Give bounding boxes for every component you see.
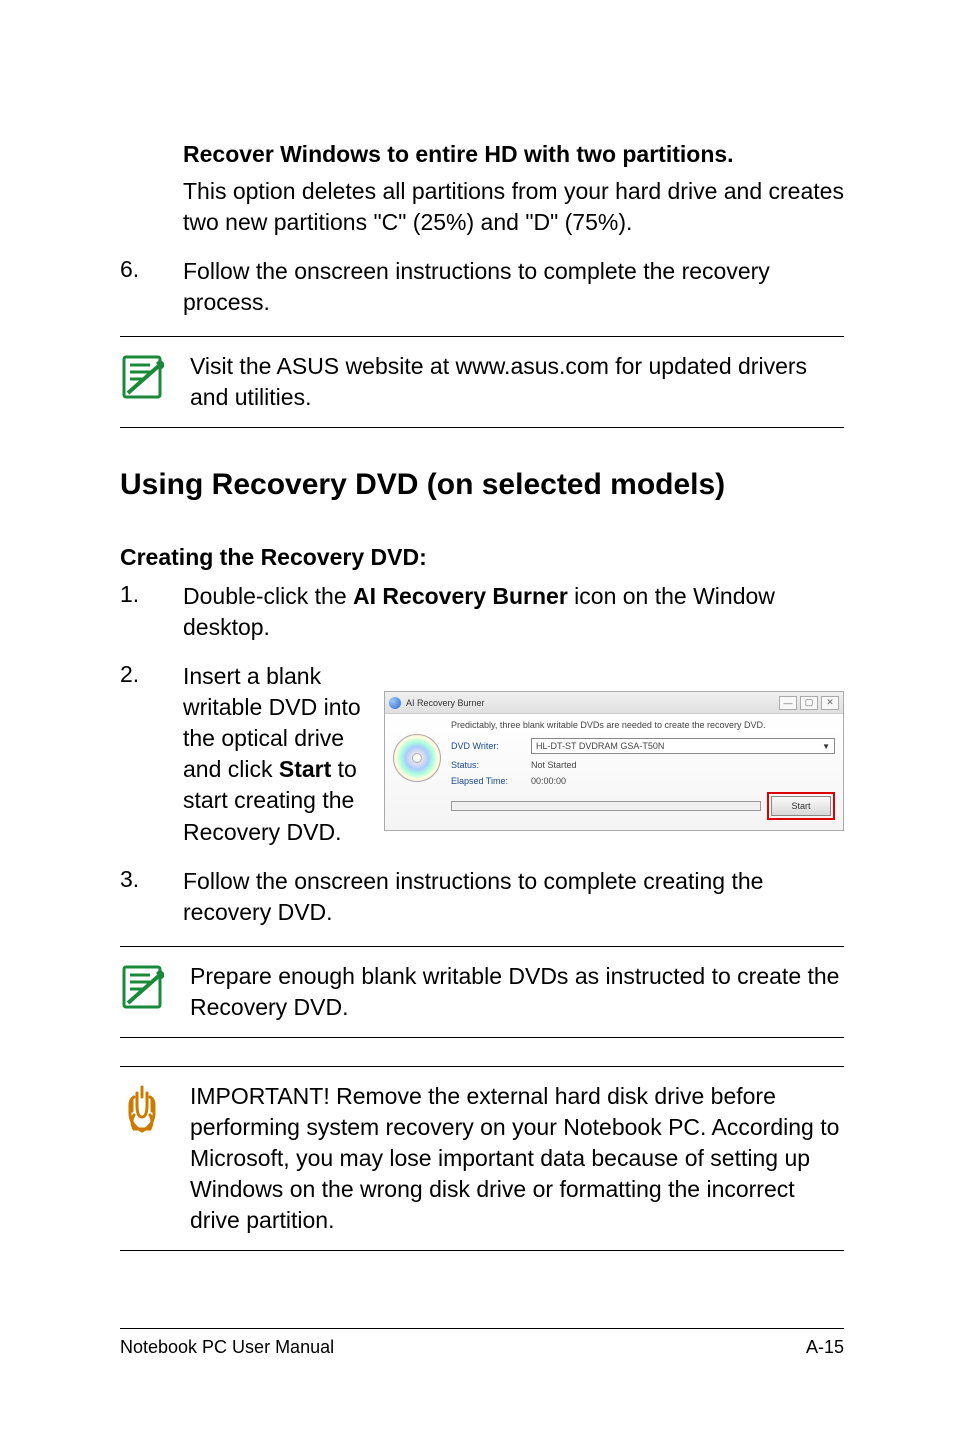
create-heading: Creating the Recovery DVD:: [120, 544, 844, 571]
writer-select[interactable]: HL-DT-ST DVDRAM GSA-T50N ▼: [531, 738, 835, 754]
writer-label: DVD Writer:: [451, 741, 531, 751]
step3-text: Follow the onscreen instructions to comp…: [183, 866, 844, 928]
note-icon: [120, 961, 190, 1014]
arb-logo-icon: [389, 697, 401, 709]
step1-pre: Double-click the: [183, 583, 353, 609]
minimize-button[interactable]: —: [779, 696, 797, 710]
dvd-disc-icon: [393, 734, 441, 782]
arb-predict-text: Predictably, three blank writable DVDs a…: [451, 720, 835, 730]
start-highlight: Start: [767, 792, 835, 820]
close-button[interactable]: ✕: [821, 696, 839, 710]
chevron-down-icon: ▼: [822, 742, 830, 751]
important-icon: [120, 1081, 190, 1140]
step6-text: Follow the onscreen instructions to comp…: [183, 256, 844, 318]
step1-number: 1.: [120, 581, 183, 643]
note-icon: [120, 351, 190, 404]
step1-bold: AI Recovery Burner: [353, 583, 568, 609]
important-text: IMPORTANT! Remove the external hard disk…: [190, 1081, 844, 1236]
start-button[interactable]: Start: [771, 796, 831, 816]
step1-text: Double-click the AI Recovery Burner icon…: [183, 581, 844, 643]
status-label: Status:: [451, 760, 531, 770]
step3-number: 3.: [120, 866, 183, 928]
arb-title-text: AI Recovery Burner: [406, 698, 485, 708]
note1-text: Visit the ASUS website at www.asus.com f…: [190, 351, 844, 413]
elapsed-value: 00:00:00: [531, 776, 566, 786]
writer-value: HL-DT-ST DVDRAM GSA-T50N: [536, 741, 664, 751]
step2-bold: Start: [279, 756, 331, 782]
maximize-button[interactable]: ▢: [800, 696, 818, 710]
option-heading: Recover Windows to entire HD with two pa…: [183, 140, 844, 170]
status-value: Not Started: [531, 760, 577, 770]
elapsed-label: Elapsed Time:: [451, 776, 531, 786]
step2-text: Insert a blank writable DVD into the opt…: [183, 661, 372, 847]
footer-right: A-15: [806, 1337, 844, 1358]
section-title: Using Recovery DVD (on selected models): [120, 468, 844, 502]
arb-window: AI Recovery Burner — ▢ ✕ Predictably, th…: [384, 691, 844, 831]
step6-number: 6.: [120, 256, 183, 318]
note2-text: Prepare enough blank writable DVDs as in…: [190, 961, 844, 1023]
option-body: This option deletes all partitions from …: [183, 176, 844, 238]
progress-bar: [451, 801, 761, 811]
step2-number: 2.: [120, 661, 183, 847]
footer-left: Notebook PC User Manual: [120, 1337, 334, 1358]
